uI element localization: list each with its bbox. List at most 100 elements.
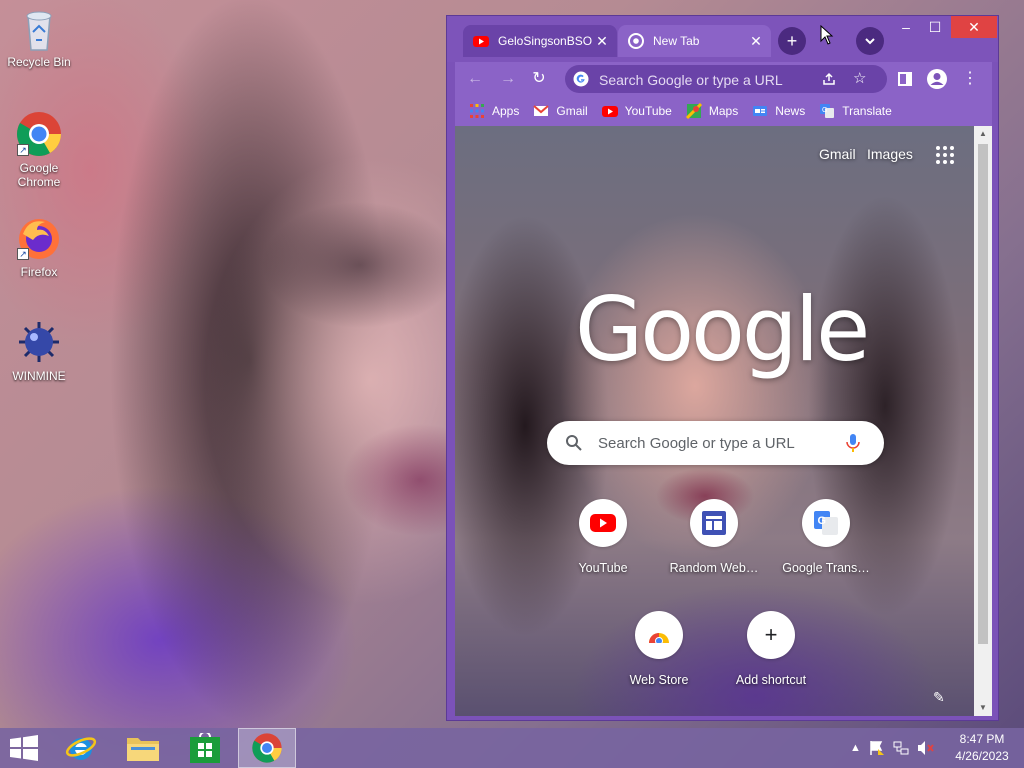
search-placeholder: Search Google or type a URL bbox=[598, 435, 795, 452]
chevron-down-icon bbox=[865, 38, 875, 45]
mouse-cursor-icon bbox=[820, 25, 834, 45]
bookmark-news[interactable]: News bbox=[752, 103, 805, 119]
google-logo: Google bbox=[575, 278, 870, 381]
svg-text:G: G bbox=[822, 107, 827, 114]
page-scrollbar[interactable]: ▲ ▼ bbox=[974, 126, 992, 716]
network-icon[interactable] bbox=[893, 740, 909, 756]
more-vert-icon: ⋮ bbox=[962, 70, 978, 87]
mine-icon bbox=[19, 322, 59, 362]
translate-icon: G bbox=[814, 511, 838, 535]
shortcut-tile bbox=[579, 499, 627, 547]
taskbar-file-explorer[interactable] bbox=[114, 728, 172, 768]
shortcut-tile bbox=[635, 611, 683, 659]
tab-close-icon[interactable]: ✕ bbox=[593, 33, 611, 50]
gmail-icon bbox=[533, 105, 550, 116]
add-shortcut-button[interactable]: + Add shortcut bbox=[722, 611, 820, 687]
apps-grid-icon bbox=[470, 104, 484, 118]
forward-button[interactable]: → bbox=[496, 67, 520, 91]
google-apps-icon[interactable] bbox=[936, 146, 954, 164]
clock-date: 4/26/2023 bbox=[955, 749, 1009, 763]
back-button[interactable]: ← bbox=[463, 67, 487, 91]
microphone-icon[interactable] bbox=[846, 433, 860, 453]
youtube-icon bbox=[473, 36, 489, 47]
shortcut-arrow-icon: ↗ bbox=[17, 144, 29, 156]
folder-icon bbox=[127, 738, 159, 761]
desktop-icon-label: Google Chrome bbox=[17, 161, 61, 189]
desktop-icon-google-chrome[interactable]: ↗ Google Chrome bbox=[3, 110, 75, 189]
menu-button[interactable]: ⋮ bbox=[958, 67, 982, 91]
bookmark-star-icon[interactable]: ☆ bbox=[853, 69, 866, 87]
clock-time: 8:47 PM bbox=[959, 732, 1005, 746]
bookmark-label: Apps bbox=[492, 104, 520, 118]
bookmark-label: News bbox=[775, 104, 806, 118]
address-bar-placeholder: Search Google or type a URL bbox=[599, 72, 783, 88]
search-box[interactable]: Search Google or type a URL bbox=[547, 421, 884, 465]
shortcut-tile bbox=[690, 499, 738, 547]
scrollbar-thumb[interactable] bbox=[978, 144, 988, 644]
bookmark-translate[interactable]: G Translate bbox=[819, 103, 892, 119]
chrome-window: GeloSingsonBSO ✕ New Tab ✕ + – ☐ ✕ ← → ↻ bbox=[446, 15, 999, 721]
plus-icon: + bbox=[764, 622, 778, 647]
desktop-icon-recycle-bin[interactable]: Recycle Bin bbox=[3, 6, 75, 69]
taskbar: ▲ 8:47 PM 4/26/2023 bbox=[0, 728, 1024, 768]
action-center-flag-icon[interactable] bbox=[869, 740, 885, 756]
tab-title: New Tab bbox=[653, 34, 700, 48]
svg-text:G: G bbox=[818, 515, 827, 527]
gmail-link[interactable]: Gmail bbox=[819, 146, 856, 162]
tab-new-tab[interactable]: New Tab ✕ bbox=[618, 25, 771, 57]
bookmark-maps[interactable]: Maps bbox=[685, 103, 738, 119]
new-tab-button[interactable]: + bbox=[778, 27, 806, 55]
desktop-icon-label: Recycle Bin bbox=[7, 55, 71, 69]
maximize-button[interactable]: ☐ bbox=[917, 16, 953, 38]
images-link[interactable]: Images bbox=[867, 146, 913, 162]
windows-logo-icon bbox=[10, 735, 38, 761]
close-button[interactable]: ✕ bbox=[951, 16, 997, 38]
youtube-icon bbox=[601, 106, 618, 117]
desktop-icon-winmine[interactable]: WINMINE bbox=[3, 318, 75, 383]
profile-button[interactable] bbox=[925, 67, 949, 91]
tab-search-button[interactable] bbox=[856, 27, 884, 55]
search-icon bbox=[566, 435, 582, 451]
taskbar-google-chrome[interactable] bbox=[238, 728, 296, 768]
shortcut-web-store[interactable]: Web Store bbox=[610, 611, 708, 687]
scroll-down-arrow-icon[interactable]: ▼ bbox=[974, 700, 992, 716]
customize-pencil-icon[interactable]: ✎ bbox=[933, 689, 945, 706]
bookmark-label: Translate bbox=[842, 104, 892, 118]
shortcut-youtube[interactable]: YouTube bbox=[554, 499, 652, 575]
taskbar-internet-explorer[interactable] bbox=[52, 728, 110, 768]
show-hidden-icons-icon[interactable]: ▲ bbox=[850, 742, 861, 754]
maps-icon bbox=[685, 103, 702, 119]
shortcut-label: Web Store bbox=[629, 673, 689, 687]
bookmark-apps[interactable]: Apps bbox=[469, 103, 519, 119]
website-icon bbox=[702, 511, 726, 535]
tab-close-icon[interactable]: ✕ bbox=[747, 33, 765, 50]
bookmark-gmail[interactable]: Gmail bbox=[533, 103, 588, 119]
shortcut-label: YouTube bbox=[578, 561, 628, 575]
youtube-icon bbox=[590, 514, 616, 532]
desktop-icon-firefox[interactable]: ↗ Firefox bbox=[3, 214, 75, 279]
shortcut-random-web[interactable]: Random Web… bbox=[665, 499, 763, 575]
desktop-icon-label: Firefox bbox=[20, 265, 58, 279]
side-panel-icon bbox=[898, 72, 912, 86]
translate-icon: G bbox=[820, 104, 835, 118]
toolbar: ← → ↻ Search Google or type a URL ☆ ⋮ bbox=[455, 62, 992, 96]
bookmark-youtube[interactable]: YouTube bbox=[601, 103, 672, 119]
reload-button[interactable]: ↻ bbox=[527, 67, 551, 91]
recycle-bin-icon bbox=[26, 11, 52, 51]
side-panel-button[interactable] bbox=[893, 67, 917, 91]
scroll-up-arrow-icon[interactable]: ▲ bbox=[974, 126, 992, 142]
shortcut-google-translate[interactable]: G Google Trans… bbox=[777, 499, 875, 575]
shortcut-tile: G bbox=[802, 499, 850, 547]
title-bar[interactable]: GeloSingsonBSO ✕ New Tab ✕ + – ☐ ✕ bbox=[447, 16, 998, 62]
volume-muted-icon[interactable] bbox=[917, 740, 935, 756]
address-bar[interactable]: Search Google or type a URL ☆ bbox=[565, 65, 887, 93]
shortcut-label: Random Web… bbox=[669, 561, 759, 575]
bookmark-label: Gmail bbox=[556, 104, 588, 118]
share-icon[interactable] bbox=[821, 71, 837, 87]
tab-title: GeloSingsonBSO bbox=[498, 34, 593, 48]
taskbar-store[interactable] bbox=[176, 728, 234, 768]
start-button[interactable] bbox=[0, 728, 48, 768]
store-bag-icon bbox=[190, 733, 220, 763]
taskbar-clock[interactable]: 8:47 PM 4/26/2023 bbox=[950, 731, 1014, 765]
tab-youtube[interactable]: GeloSingsonBSO ✕ bbox=[463, 25, 617, 57]
